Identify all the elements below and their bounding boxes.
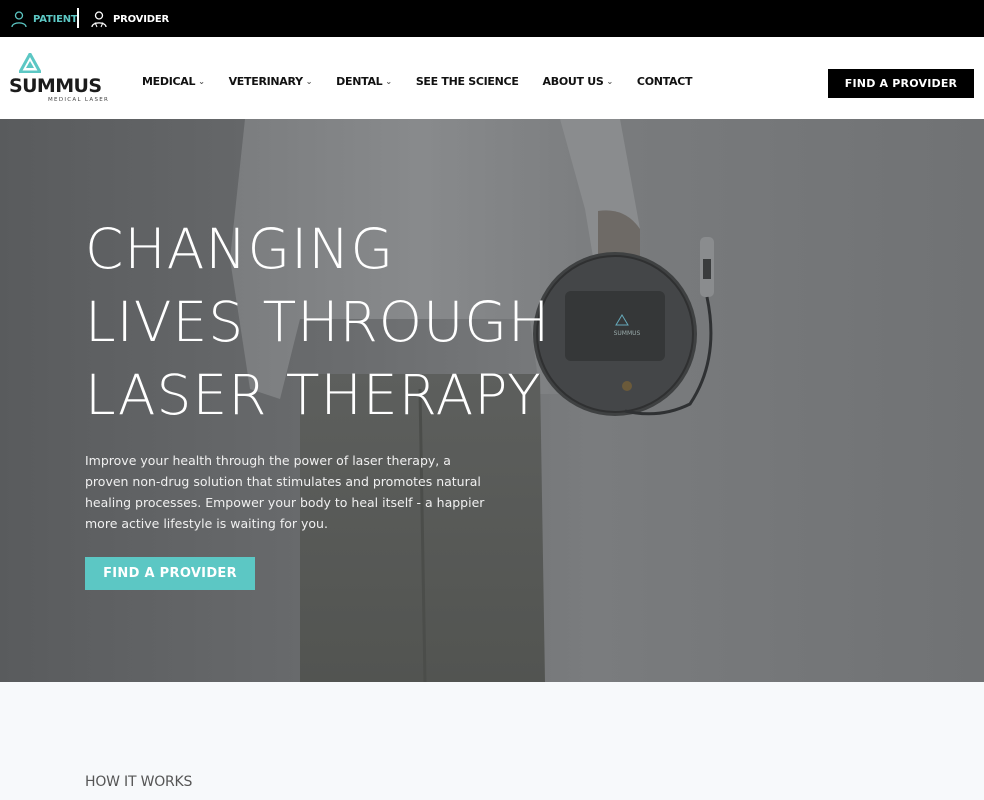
main-navbar: SUMMUS MEDICAL LASER MEDICAL ⌄ VETERINAR… — [0, 37, 984, 119]
provider-link[interactable]: PROVIDER — [90, 9, 169, 29]
nav-item-medical[interactable]: MEDICAL ⌄ — [142, 75, 205, 88]
hero-title-line: CHANGING — [85, 217, 395, 281]
nav-item-dental[interactable]: DENTAL ⌄ — [336, 75, 392, 88]
chevron-down-icon: ⌄ — [385, 77, 392, 86]
hero-section: SUMMUS CHANGING LIVES THROUGH LASER THER… — [0, 119, 984, 682]
hero-find-a-provider-button[interactable]: FIND A PROVIDER — [85, 557, 255, 590]
nav-item-veterinary[interactable]: VETERINARY ⌄ — [229, 75, 313, 88]
summus-triangle-icon — [19, 53, 41, 73]
chevron-down-icon: ⌄ — [305, 77, 313, 86]
nav-item-label: VETERINARY — [228, 75, 303, 88]
provider-label: PROVIDER — [113, 13, 169, 25]
audience-divider — [77, 8, 79, 28]
primary-nav: MEDICAL ⌄ VETERINARY ⌄ DENTAL ⌄ SEE THE … — [142, 75, 716, 88]
summus-logo[interactable]: SUMMUS MEDICAL LASER — [9, 52, 109, 104]
device-label: SUMMUS — [614, 330, 641, 337]
patient-link[interactable]: PATIENT — [10, 9, 78, 29]
provider-outline-icon — [91, 11, 107, 28]
chevron-down-icon: ⌄ — [198, 77, 205, 86]
hero-title: CHANGING LIVES THROUGH LASER THERAPY — [85, 213, 550, 432]
nav-item-label: DENTAL — [336, 75, 383, 88]
nav-item-label: ABOUT US — [542, 75, 604, 88]
nav-item-see-the-science[interactable]: SEE THE SCIENCE — [416, 75, 519, 88]
how-it-works-heading: HOW IT WORKS — [85, 774, 193, 790]
patient-label: PATIENT — [33, 13, 78, 25]
brand-name: SUMMUS — [9, 75, 102, 97]
hero-description: Improve your health through the power of… — [85, 453, 485, 531]
person-outline-icon — [11, 11, 27, 28]
hero-title-line: LIVES THROUGH — [85, 290, 551, 354]
nav-item-label: MEDICAL — [142, 75, 196, 88]
brand-tagline: MEDICAL LASER — [48, 97, 110, 103]
chevron-down-icon: ⌄ — [606, 77, 614, 86]
nav-item-contact[interactable]: CONTACT — [636, 75, 693, 88]
hero-title-line: LASER THERAPY — [85, 363, 542, 427]
nav-item-label: SEE THE SCIENCE — [415, 75, 519, 88]
find-a-provider-button[interactable]: FIND A PROVIDER — [828, 69, 974, 98]
nav-item-label: CONTACT — [636, 75, 693, 88]
nav-item-about-us[interactable]: ABOUT US ⌄ — [542, 75, 614, 88]
utility-bar: PATIENT PROVIDER — [0, 0, 984, 37]
